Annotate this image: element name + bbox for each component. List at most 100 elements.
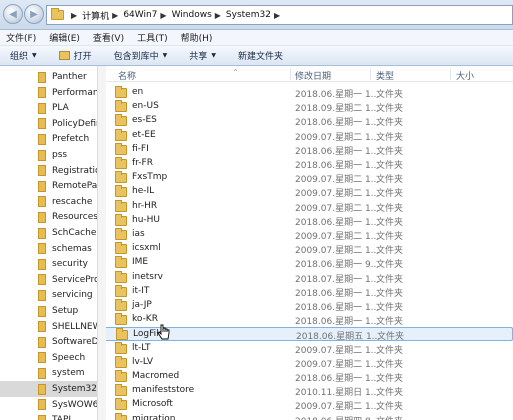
nav-item-label: Performan	[52, 87, 98, 98]
nav-item-prefetch[interactable]: Prefetch	[0, 131, 97, 147]
nav-item-speech[interactable]: Speech	[0, 350, 97, 366]
nav-item-serviceprof[interactable]: ServiceProf	[0, 272, 97, 288]
include-in-library-button[interactable]: 包含到库中 ▼	[114, 49, 168, 62]
column-divider[interactable]	[370, 68, 371, 80]
nav-item-policydefin[interactable]: PolicyDefin	[0, 116, 97, 132]
nav-item-label: servicing	[52, 290, 93, 301]
column-divider[interactable]	[290, 68, 291, 80]
nav-item-security[interactable]: security	[0, 256, 97, 272]
file-row[interactable]: es-ES 2018.06.星期一 1... 文件夹	[98, 114, 513, 128]
nav-item-label: pss	[52, 150, 68, 160]
file-name: ias	[132, 229, 145, 239]
folder-icon	[115, 313, 127, 326]
nav-item-setup[interactable]: Setup	[0, 303, 97, 319]
file-type: 文件夹	[376, 118, 404, 129]
file-row[interactable]: he-IL 2009.07.星期二 1... 文件夹	[98, 185, 513, 199]
share-button[interactable]: 共享 ▼	[189, 49, 216, 62]
file-row[interactable]: ias 2009.07.星期二 1... 文件夹	[98, 228, 513, 242]
file-modified-date: 2009.07.星期二 1...	[295, 132, 380, 143]
file-row[interactable]: IME 2018.06.星期一 9... 文件夹	[98, 256, 513, 270]
nav-item-resources[interactable]: Resources	[0, 209, 97, 225]
file-row[interactable]: Microsoft 2009.07.星期二 1... 文件夹	[98, 398, 513, 412]
file-row[interactable]: et-EE 2009.07.星期二 1... 文件夹	[98, 128, 513, 143]
nav-item-pla[interactable]: PLA	[0, 100, 97, 116]
column-header-name[interactable]: 名称	[118, 69, 136, 82]
nav-item-servicing[interactable]: servicing	[0, 287, 97, 303]
file-type: 文件夹	[376, 288, 404, 299]
nav-item-performan[interactable]: Performan	[0, 85, 98, 101]
nav-item-pss[interactable]: pss	[0, 147, 97, 163]
open-button[interactable]: 打开	[58, 49, 92, 62]
file-row[interactable]: fi-FI 2018.06.星期一 1... 文件夹	[98, 142, 513, 157]
file-row[interactable]: hr-HR 2009.07.星期二 1... 文件夹	[98, 199, 513, 214]
column-header-date[interactable]: 修改日期	[295, 69, 331, 82]
breadcrumb-arrow[interactable]: ▶	[68, 11, 82, 20]
back-button[interactable]: ◀	[3, 4, 23, 24]
nav-item-remotepac[interactable]: RemotePac	[0, 178, 97, 194]
folder-icon	[38, 274, 46, 286]
file-name: fr-FR	[132, 158, 153, 168]
menu-edit[interactable]: 编辑(E)	[49, 31, 80, 44]
address-bar[interactable]: ▶ 计算机 ▶ 64Win7 ▶ Windows ▶ System32 ▶	[46, 5, 513, 25]
file-row[interactable]: Macromed 2018.06.星期一 1... 文件夹	[98, 370, 513, 384]
folder-icon	[38, 196, 46, 208]
file-row[interactable]: icsxml 2009.07.星期二 1... 文件夹	[98, 242, 513, 256]
file-row[interactable]: hu-HU 2018.06.星期一 1... 文件夹	[98, 213, 513, 228]
new-folder-button[interactable]: 新建文件夹	[238, 49, 283, 62]
file-row[interactable]: lt-LT 2009.07.星期二 1... 文件夹	[98, 341, 513, 356]
navigation-pane[interactable]: Panther Performan PLA PolicyDefin Prefetch ps…	[0, 66, 98, 420]
file-list[interactable]: ^ 名称 修改日期 类型 大小 en 2018.06.星期一 1... 文件夹 en-…	[98, 66, 513, 420]
breadcrumb-windows[interactable]: Windows ▶	[172, 10, 226, 20]
nav-item-registration[interactable]: Registration	[0, 163, 97, 179]
folder-icon	[115, 398, 127, 411]
file-row[interactable]: FxsTmp 2009.07.星期二 1... 文件夹	[98, 171, 513, 185]
nav-item-softwaredi[interactable]: SoftwareDi	[0, 334, 97, 350]
vertical-scrollbar[interactable]	[98, 66, 106, 420]
nav-item-shellnew[interactable]: SHELLNEW	[0, 319, 97, 335]
nav-item-tapi[interactable]: TAPI	[0, 412, 97, 420]
file-type: 文件夹	[376, 374, 404, 384]
forward-button[interactable]: ▶	[24, 4, 44, 24]
nav-item-system[interactable]: system	[0, 365, 97, 381]
column-header-type[interactable]: 类型	[376, 69, 394, 82]
folder-icon	[115, 185, 127, 198]
menu-tools[interactable]: 工具(T)	[137, 31, 168, 44]
nav-item-label: System32	[52, 384, 98, 394]
breadcrumb-system32[interactable]: System32 ▶	[226, 10, 285, 20]
file-name: en-US	[132, 101, 159, 112]
folder-icon	[115, 142, 127, 155]
nav-item-syswow64[interactable]: SysWOW64	[0, 397, 97, 413]
organize-button[interactable]: 组织 ▼	[10, 49, 37, 62]
menu-file[interactable]: 文件(F)	[6, 31, 36, 44]
file-row[interactable]: it-IT 2018.06.星期一 1... 文件夹	[98, 284, 513, 299]
file-row[interactable]: fr-FR 2018.06.星期一 1... 文件夹	[98, 157, 513, 171]
column-header-size[interactable]: 大小	[456, 69, 474, 82]
file-row[interactable]: lv-LV 2009.07.星期二 1... 文件夹	[98, 355, 513, 370]
nav-item-system32[interactable]: System32	[0, 381, 98, 397]
folder-icon	[38, 211, 46, 223]
file-modified-date: 2009.07.星期二 1...	[295, 203, 380, 214]
file-row[interactable]: en 2018.06.星期一 1... 文件夹	[98, 86, 513, 100]
file-row[interactable]: migration 2018.06.星期四 8...文件夹	[98, 412, 513, 420]
breadcrumb-computer[interactable]: 计算机 ▶	[82, 9, 123, 22]
menu-view[interactable]: 查看(V)	[93, 31, 124, 44]
column-header-row: ^ 名称 修改日期 类型 大小	[98, 66, 513, 82]
file-row[interactable]: ja-JP 2018.06.星期一 1... 文件夹	[98, 299, 513, 313]
nav-item-panther[interactable]: Panther	[0, 69, 97, 85]
nav-item-schcache[interactable]: SchCache	[0, 225, 97, 241]
breadcrumb-64win7[interactable]: 64Win7 ▶	[123, 10, 171, 20]
nav-item-rescache[interactable]: rescache	[0, 194, 97, 210]
file-row[interactable]: en-US 2018.09.星期二 1... 文件夹	[98, 100, 513, 114]
column-divider[interactable]	[450, 68, 451, 80]
menu-help[interactable]: 帮助(H)	[181, 31, 213, 44]
file-row[interactable]: manifeststore 2010.11.星期日 1... 文件夹	[98, 384, 513, 398]
folder-icon	[115, 370, 127, 382]
folder-icon	[116, 328, 128, 341]
file-type: 文件夹	[376, 317, 404, 328]
file-row[interactable]: inetsrv 2018.07.星期一 1... 文件夹	[98, 270, 513, 285]
nav-item-schemas[interactable]: schemas	[0, 241, 97, 257]
file-modified-date: 2018.06.星期一 1...	[295, 303, 380, 313]
file-name: ko-KR	[132, 314, 158, 325]
file-modified-date: 2018.07.星期一 1...	[295, 274, 380, 285]
file-type: 文件夹	[376, 217, 404, 228]
